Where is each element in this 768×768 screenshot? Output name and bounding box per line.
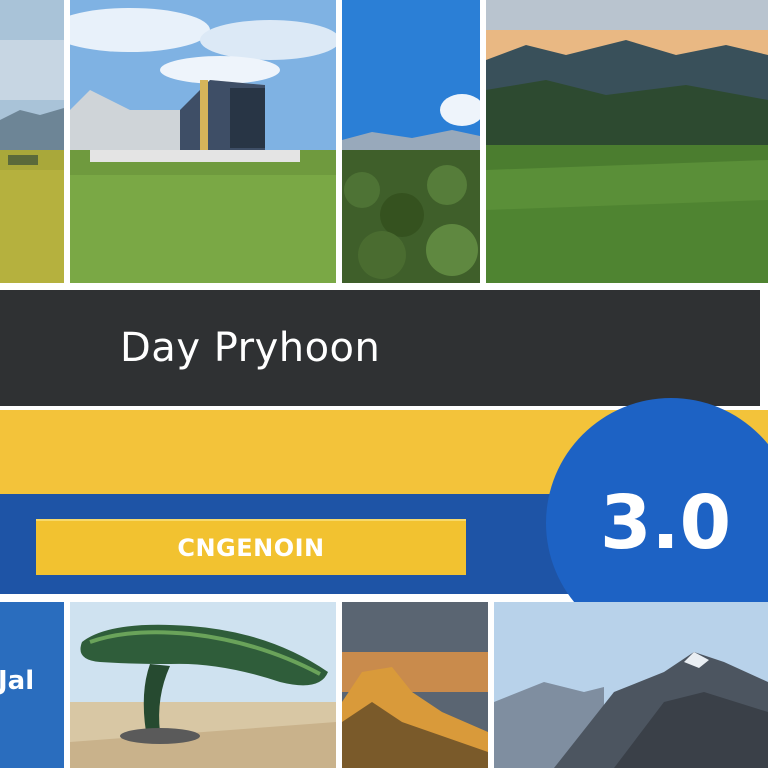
sunset-cliff-photo-tile (342, 602, 488, 768)
banner-subtitle: CNGENOIN (177, 534, 325, 562)
mountain-forest-photo-tile (342, 0, 480, 283)
side-tile-label: Jal (0, 666, 35, 696)
snake-sculpture-photo-tile (70, 602, 336, 768)
rocky-mountains-photo-tile (494, 602, 768, 768)
valley-field-photo-tile (486, 0, 768, 283)
modern-building-photo-tile (70, 0, 336, 283)
banner-title: Day Pryhoon (120, 325, 381, 371)
landscape-photo-tile (0, 0, 64, 283)
subtitle-label-box: CNGENOIN (36, 519, 466, 575)
blue-label-tile: Jal (0, 602, 64, 768)
version-number: 3.0 (600, 480, 732, 566)
title-banner: Day Pryhoon (0, 290, 760, 406)
